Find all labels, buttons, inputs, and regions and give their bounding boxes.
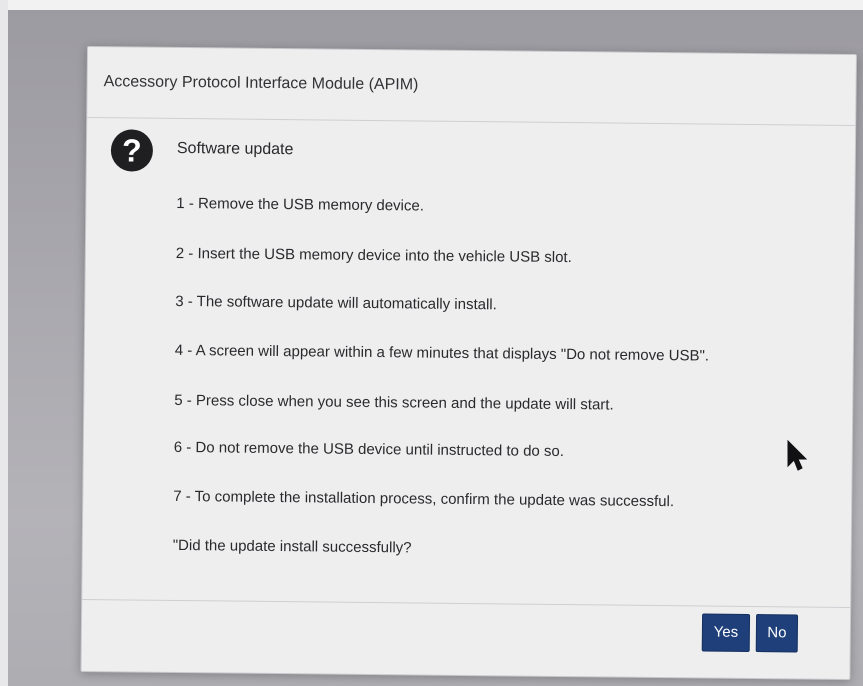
no-button[interactable]: No	[755, 614, 799, 653]
yes-button[interactable]: Yes	[701, 613, 751, 652]
monitor-bezel-top	[0, 0, 863, 10]
dialog-header: Accessory Protocol Interface Module (API…	[87, 47, 856, 125]
step-6: 6 - Do not remove the USB device until i…	[173, 438, 565, 461]
dialog-heading: Software update	[176, 139, 294, 159]
step-1: 1 - Remove the USB memory device.	[176, 194, 425, 215]
mouse-pointer-icon	[787, 440, 808, 471]
confirmation-question: "Did the update install successfully?	[172, 536, 412, 557]
question-icon: ?	[110, 129, 154, 172]
software-update-dialog: Accessory Protocol Interface Module (API…	[80, 46, 857, 681]
step-2: 2 - Insert the USB memory device into th…	[175, 244, 572, 267]
step-5: 5 - Press close when you see this screen…	[174, 391, 614, 414]
step-4: 4 - A screen will appear within a few mi…	[174, 341, 710, 365]
monitor-bezel-left	[0, 0, 8, 686]
footer-divider	[82, 598, 851, 609]
step-7: 7 - To complete the installation process…	[173, 487, 675, 511]
dialog-title: Accessory Protocol Interface Module (API…	[103, 73, 419, 94]
step-3: 3 - The software update will automatical…	[175, 292, 497, 314]
